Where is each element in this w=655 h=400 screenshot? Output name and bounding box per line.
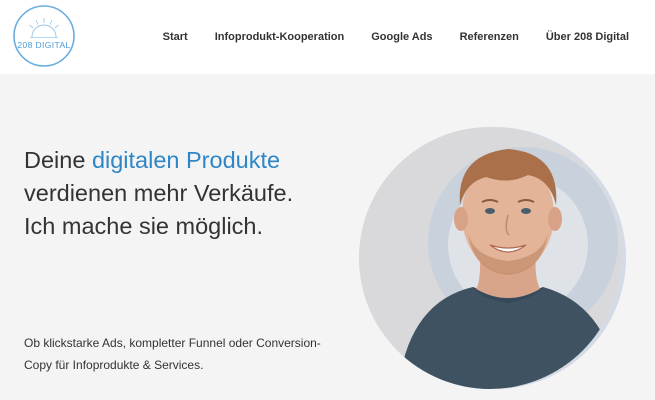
- logo[interactable]: 208 DIGITAL: [12, 4, 76, 68]
- headline-part1: Deine: [24, 147, 92, 173]
- hero-headline: Deine digitalen Produkte verdienen mehr …: [24, 144, 344, 243]
- logo-emblem-icon: [13, 5, 75, 67]
- hero-subtext: Ob klickstarke Ads, kompletter Funnel od…: [24, 336, 321, 372]
- nav-item-start[interactable]: Start: [163, 31, 188, 43]
- logo-text: 208 DIGITAL: [17, 40, 71, 50]
- headline-accent: digitalen Produkte: [91, 147, 281, 173]
- nav-item-referenzen[interactable]: Referenzen: [460, 31, 519, 43]
- nav-item-google-ads[interactable]: Google Ads: [371, 31, 432, 43]
- nav-item-infoprodukt-kooperation[interactable]: Infoprodukt-Kooperation: [215, 31, 345, 43]
- portrait-image: [358, 127, 628, 390]
- headline-line3: Ich mache sie möglich.: [24, 213, 264, 239]
- site-header: 208 DIGITAL Start Infoprodukt-Kooperatio…: [0, 0, 655, 74]
- main-nav: Start Infoprodukt-Kooperation Google Ads…: [136, 31, 629, 43]
- headline-line2: verdienen mehr Verkäufe.: [24, 180, 294, 206]
- nav-item-ueber-208-digital[interactable]: Über 208 Digital: [546, 31, 629, 43]
